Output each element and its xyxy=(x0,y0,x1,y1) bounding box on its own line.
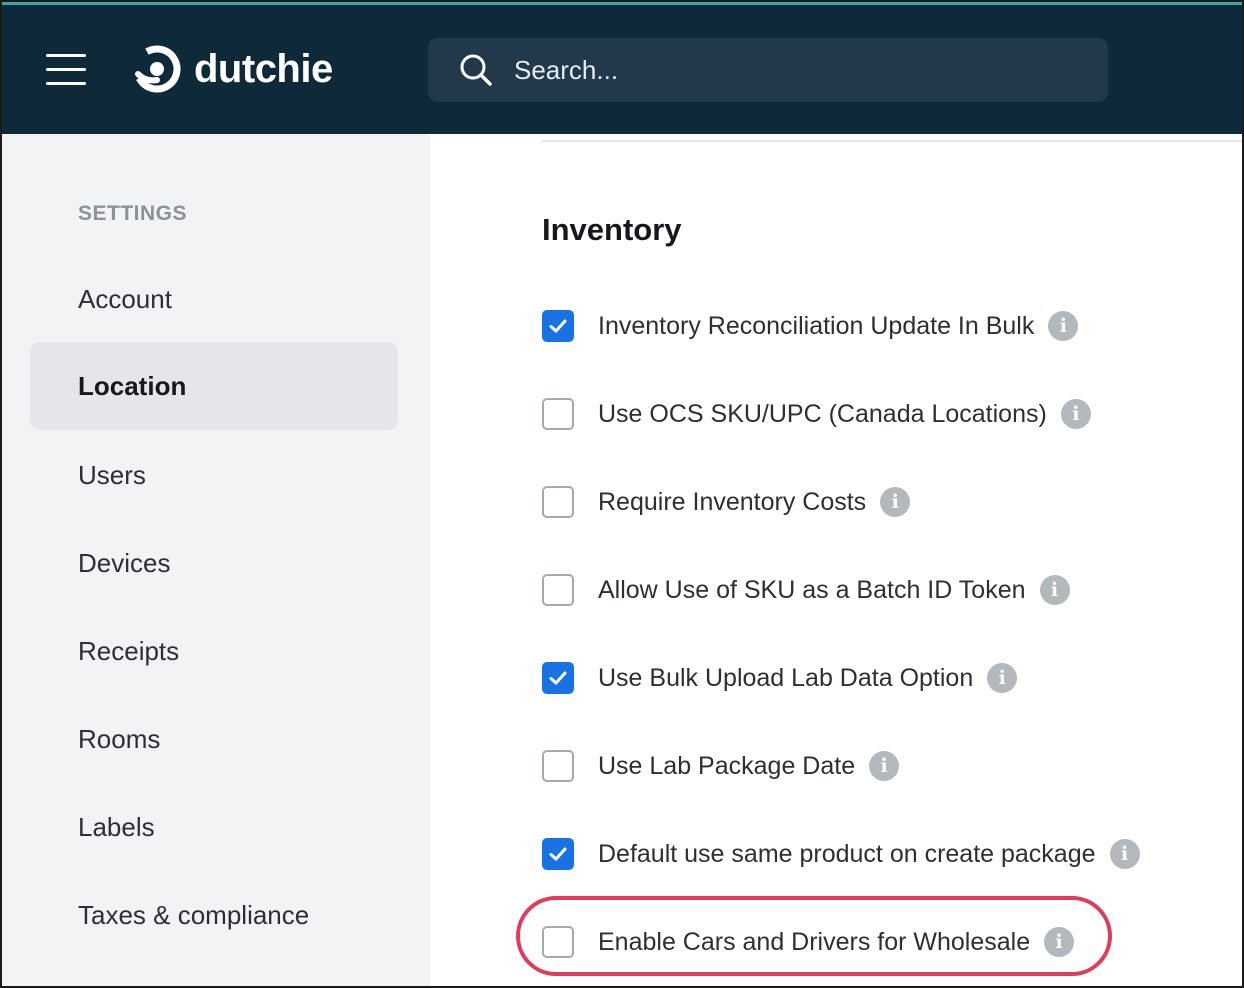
sidebar-item-label: Devices xyxy=(78,547,171,578)
top-bar: dutchie xyxy=(2,2,1242,134)
section-title: Inventory xyxy=(542,212,682,247)
option-label: Allow Use of SKU as a Batch ID Token xyxy=(598,575,1026,604)
info-icon[interactable]: i xyxy=(987,663,1018,693)
sidebar-item-label: Receipts xyxy=(78,635,180,666)
checkbox[interactable] xyxy=(542,926,574,958)
search-icon xyxy=(460,54,492,86)
option-same-product-create-package: Default use same product on create packa… xyxy=(542,834,1140,874)
checkbox[interactable] xyxy=(542,310,574,342)
search-bar[interactable] xyxy=(428,38,1108,102)
checkbox[interactable] xyxy=(542,662,574,694)
sidebar-item-location[interactable]: Location xyxy=(30,342,398,430)
section-divider xyxy=(542,140,1242,142)
info-icon[interactable]: i xyxy=(869,751,900,781)
checkbox[interactable] xyxy=(542,486,574,518)
sidebar-item-label: Rooms xyxy=(78,723,161,754)
dutchie-logo-icon xyxy=(133,45,181,93)
brand[interactable]: dutchie xyxy=(132,44,333,94)
info-icon[interactable]: i xyxy=(1109,839,1140,869)
settings-content: Inventory Inventory Reconciliation Updat… xyxy=(430,134,1242,986)
sidebar-item-users[interactable]: Users xyxy=(30,431,398,519)
option-label: Use Bulk Upload Lab Data Option xyxy=(598,663,974,692)
app-window: dutchie SETTINGS Account Location Users … xyxy=(0,0,1244,988)
checkbox[interactable] xyxy=(542,838,574,870)
info-icon[interactable]: i xyxy=(1048,311,1079,341)
option-bulk-upload-lab-data: Use Bulk Upload Lab Data Option i xyxy=(542,658,1018,698)
option-label: Require Inventory Costs xyxy=(598,487,867,516)
checkmark-icon xyxy=(549,847,567,861)
option-label: Enable Cars and Drivers for Wholesale xyxy=(598,927,1031,956)
option-label: Default use same product on create packa… xyxy=(598,839,1096,868)
checkbox[interactable] xyxy=(542,574,574,606)
option-label: Use Lab Package Date xyxy=(598,751,856,780)
sidebar-item-label: Users xyxy=(78,459,146,490)
checkmark-icon xyxy=(549,671,567,685)
info-icon[interactable]: i xyxy=(880,487,911,517)
option-label: Use OCS SKU/UPC (Canada Locations) xyxy=(598,399,1047,428)
sidebar-item-label: Labels xyxy=(78,811,155,842)
option-use-ocs-sku-upc: Use OCS SKU/UPC (Canada Locations) i xyxy=(542,394,1091,434)
top-accent-line xyxy=(2,2,1242,5)
checkbox[interactable] xyxy=(542,398,574,430)
settings-sidebar: SETTINGS Account Location Users Devices … xyxy=(2,134,430,986)
option-sku-as-batch-id: Allow Use of SKU as a Batch ID Token i xyxy=(542,570,1070,610)
sidebar-item-devices[interactable]: Devices xyxy=(30,519,398,607)
checkmark-icon xyxy=(549,319,567,333)
menu-icon-bar xyxy=(46,68,86,71)
sidebar-item-label: Location xyxy=(78,370,187,401)
sidebar-item-label: Account xyxy=(78,283,172,314)
option-cars-drivers-wholesale: Enable Cars and Drivers for Wholesale i xyxy=(542,922,1075,962)
info-icon[interactable]: i xyxy=(1044,927,1075,957)
option-inventory-reconciliation-bulk: Inventory Reconciliation Update In Bulk … xyxy=(542,306,1079,346)
sidebar-item-label: Taxes & compliance xyxy=(78,899,310,930)
sidebar-item-taxes-compliance[interactable]: Taxes & compliance xyxy=(30,871,398,959)
menu-icon-bar xyxy=(46,82,86,85)
sidebar-item-rooms[interactable]: Rooms xyxy=(30,695,398,783)
sidebar-item-labels[interactable]: Labels xyxy=(30,783,398,871)
info-icon[interactable]: i xyxy=(1039,575,1070,605)
sidebar-item-receipts[interactable]: Receipts xyxy=(30,607,398,695)
search-input[interactable] xyxy=(514,50,1074,90)
option-label: Inventory Reconciliation Update In Bulk xyxy=(598,311,1035,340)
sidebar-item-account[interactable]: Account xyxy=(30,255,398,343)
menu-icon-bar xyxy=(46,54,86,57)
sidebar-heading: SETTINGS xyxy=(78,202,188,225)
option-require-inventory-costs: Require Inventory Costs i xyxy=(542,482,911,522)
menu-icon[interactable] xyxy=(46,52,86,86)
info-icon[interactable]: i xyxy=(1060,399,1091,429)
brand-name: dutchie xyxy=(194,46,333,91)
checkbox[interactable] xyxy=(542,750,574,782)
option-lab-package-date: Use Lab Package Date i xyxy=(542,746,900,786)
